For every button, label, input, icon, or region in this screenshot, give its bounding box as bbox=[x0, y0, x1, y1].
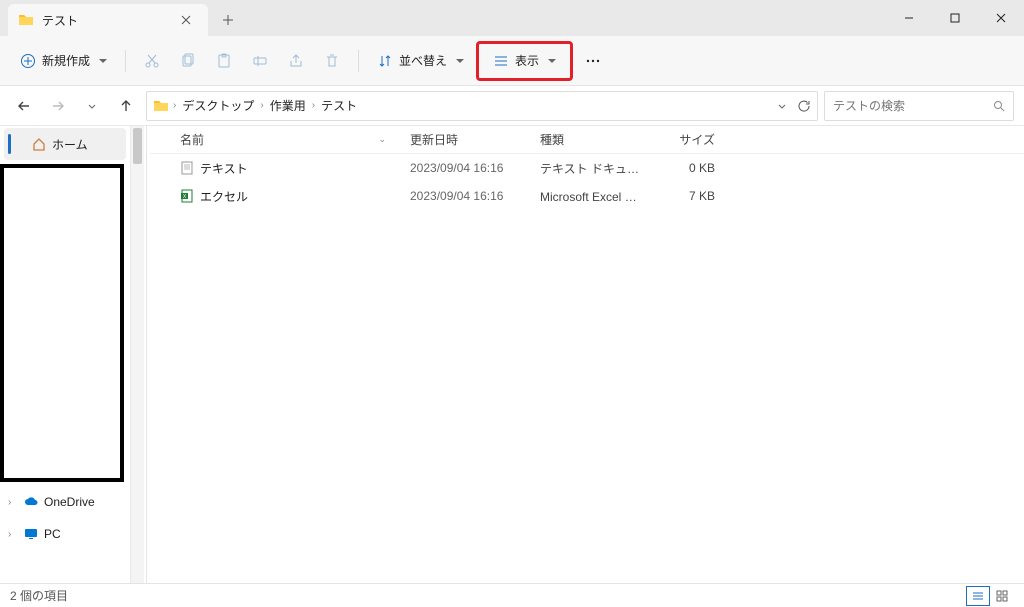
file-size: 0 KB bbox=[645, 161, 715, 175]
navigation-row: › デスクトップ › 作業用 › テスト bbox=[0, 86, 1024, 126]
status-item-count: 2 個の項目 bbox=[10, 587, 68, 604]
chevron-down-icon bbox=[456, 59, 464, 63]
file-row[interactable]: X エクセル 2023/09/04 16:16 Microsoft Excel … bbox=[150, 182, 1024, 210]
file-name: テキスト bbox=[200, 160, 410, 177]
file-name: エクセル bbox=[200, 188, 410, 205]
chevron-right-icon[interactable]: › bbox=[173, 100, 176, 111]
sidebar-label: ホーム bbox=[52, 136, 88, 153]
chevron-right-icon[interactable]: › bbox=[312, 100, 315, 111]
sidebar: ホーム › OneDrive › PC bbox=[0, 126, 130, 583]
back-button[interactable] bbox=[10, 92, 38, 120]
redacted-region bbox=[0, 164, 124, 482]
more-menu-button[interactable] bbox=[577, 44, 609, 78]
cut-button[interactable] bbox=[136, 44, 168, 78]
search-input[interactable] bbox=[833, 99, 993, 113]
column-date[interactable]: 更新日時 bbox=[410, 131, 540, 148]
titlebar: テスト bbox=[0, 0, 1024, 36]
new-tab-button[interactable] bbox=[208, 4, 248, 36]
thumbnails-view-button[interactable] bbox=[990, 586, 1014, 606]
tab-current[interactable]: テスト bbox=[8, 4, 208, 36]
breadcrumb-item[interactable]: デスクトップ bbox=[180, 95, 256, 116]
file-type: Microsoft Excel ワ... bbox=[540, 188, 645, 205]
window-controls bbox=[886, 0, 1024, 36]
sidebar-item-home[interactable]: ホーム bbox=[4, 128, 126, 160]
excel-file-icon: X bbox=[180, 189, 200, 203]
new-menu-button[interactable]: 新規作成 bbox=[12, 44, 115, 78]
copy-button[interactable] bbox=[172, 44, 204, 78]
breadcrumb-item[interactable]: 作業用 bbox=[268, 95, 308, 116]
file-list: 名前 ⌄ 更新日時 種類 サイズ テキスト 2023/09/04 16:16 テ… bbox=[150, 126, 1024, 583]
new-menu-label: 新規作成 bbox=[42, 52, 90, 69]
status-bar: 2 個の項目 bbox=[0, 583, 1024, 607]
search-icon bbox=[993, 100, 1005, 112]
breadcrumb-item[interactable]: テスト bbox=[319, 95, 359, 116]
file-date: 2023/09/04 16:16 bbox=[410, 161, 540, 175]
column-name[interactable]: 名前 ⌄ bbox=[180, 131, 410, 148]
rename-button[interactable] bbox=[244, 44, 276, 78]
column-type[interactable]: 種類 bbox=[540, 131, 645, 148]
pc-icon bbox=[24, 527, 38, 541]
chevron-down-icon: ⌄ bbox=[378, 134, 386, 145]
forward-button[interactable] bbox=[44, 92, 72, 120]
share-button[interactable] bbox=[280, 44, 312, 78]
view-menu-button[interactable]: 表示 bbox=[476, 41, 573, 81]
sort-menu-label: 並べ替え bbox=[399, 52, 447, 69]
folder-icon bbox=[18, 12, 34, 28]
up-button[interactable] bbox=[112, 92, 140, 120]
sidebar-item-pc[interactable]: › PC bbox=[0, 518, 130, 550]
column-size[interactable]: サイズ bbox=[645, 131, 715, 148]
refresh-button[interactable] bbox=[797, 99, 811, 113]
file-size: 7 KB bbox=[645, 189, 715, 203]
chevron-down-icon bbox=[548, 59, 556, 63]
search-box[interactable] bbox=[824, 91, 1014, 121]
file-type: テキスト ドキュメント bbox=[540, 160, 645, 177]
details-view-button[interactable] bbox=[966, 586, 990, 606]
minimize-button[interactable] bbox=[886, 0, 932, 36]
sidebar-scrollbar[interactable] bbox=[130, 126, 144, 583]
column-headers: 名前 ⌄ 更新日時 種類 サイズ bbox=[150, 126, 1024, 154]
sort-menu-button[interactable]: 並べ替え bbox=[369, 44, 472, 78]
tab-title: テスト bbox=[42, 12, 174, 29]
chevron-right-icon[interactable]: › bbox=[8, 497, 11, 508]
folder-icon bbox=[153, 98, 169, 114]
view-menu-label: 表示 bbox=[515, 52, 539, 69]
file-row[interactable]: テキスト 2023/09/04 16:16 テキスト ドキュメント 0 KB bbox=[150, 154, 1024, 182]
chevron-down-icon bbox=[99, 59, 107, 63]
chevron-down-icon[interactable] bbox=[777, 101, 787, 111]
recent-dropdown[interactable] bbox=[78, 92, 106, 120]
maximize-button[interactable] bbox=[932, 0, 978, 36]
sidebar-item-onedrive[interactable]: › OneDrive bbox=[0, 486, 130, 518]
text-file-icon bbox=[180, 161, 200, 175]
sidebar-label: OneDrive bbox=[44, 495, 95, 509]
main-area: ホーム › OneDrive › PC 名前 ⌄ 更新日時 種類 サイズ bbox=[0, 126, 1024, 583]
cloud-icon bbox=[24, 495, 38, 509]
file-date: 2023/09/04 16:16 bbox=[410, 189, 540, 203]
address-bar[interactable]: › デスクトップ › 作業用 › テスト bbox=[146, 91, 818, 121]
close-window-button[interactable] bbox=[978, 0, 1024, 36]
chevron-right-icon[interactable]: › bbox=[260, 100, 263, 111]
tab-close-button[interactable] bbox=[174, 8, 198, 32]
delete-button[interactable] bbox=[316, 44, 348, 78]
toolbar: 新規作成 並べ替え 表示 bbox=[0, 36, 1024, 86]
splitter[interactable] bbox=[144, 126, 150, 583]
chevron-right-icon[interactable]: › bbox=[8, 529, 11, 540]
home-icon bbox=[32, 137, 46, 151]
paste-button[interactable] bbox=[208, 44, 240, 78]
sidebar-label: PC bbox=[44, 527, 61, 541]
